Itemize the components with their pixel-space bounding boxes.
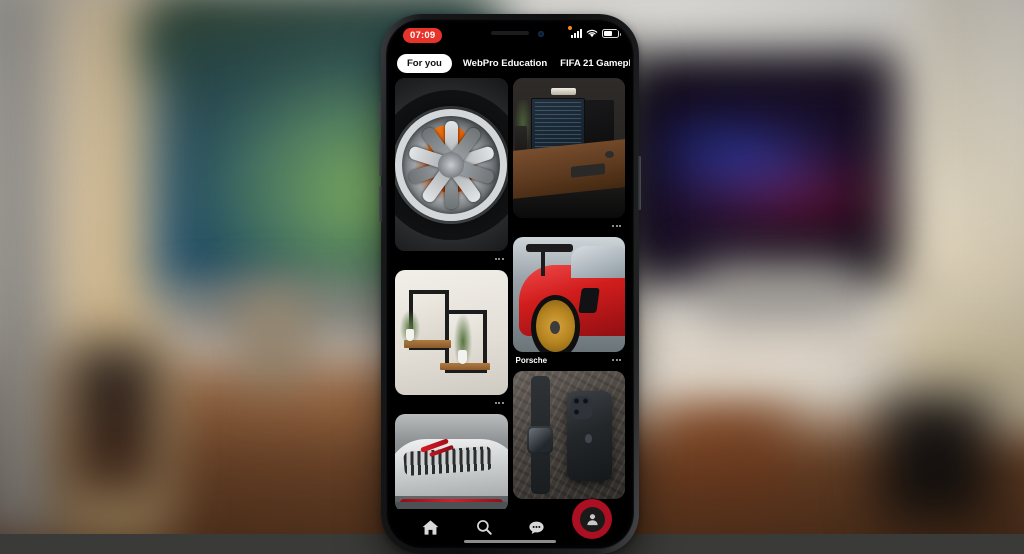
background-left-object: [70, 345, 160, 495]
phone-device: 07:09 For you WebPro Education FIFA 21 G…: [379, 14, 641, 554]
more-options-icon[interactable]: [612, 359, 621, 361]
more-options-icon[interactable]: [494, 258, 504, 260]
home-indicator[interactable]: [464, 540, 556, 543]
power-button[interactable]: [638, 156, 641, 210]
pin-meta-shelf: [395, 395, 508, 411]
category-tab-bar[interactable]: For you WebPro Education FIFA 21 Gamepla…: [390, 49, 630, 77]
nav-home-button[interactable]: [418, 514, 444, 540]
pin-card-wheel[interactable]: [395, 78, 508, 267]
pin-meta-porsche: Porsche: [513, 352, 626, 368]
background-window-frame: [946, 0, 962, 180]
background-tv-stand: [700, 268, 860, 320]
pin-card-iphone[interactable]: [512, 371, 625, 499]
pin-title-porsche: Porsche: [515, 355, 548, 365]
pin-image-desk[interactable]: [512, 78, 625, 218]
pin-image-porsche[interactable]: [512, 237, 625, 352]
more-options-icon[interactable]: [612, 225, 621, 227]
battery-icon: [602, 29, 621, 38]
status-indicators: [568, 26, 621, 38]
volume-down-button[interactable]: [379, 186, 382, 222]
pin-image-porsche-rear[interactable]: [395, 414, 508, 509]
status-time: 07:09: [403, 28, 443, 43]
background-dark-object: [880, 395, 990, 520]
pin-card-desk[interactable]: [512, 78, 626, 234]
background-tv-screen: [632, 68, 924, 268]
nav-search-button[interactable]: [471, 514, 497, 540]
nav-messages-button[interactable]: [524, 514, 550, 540]
pin-feed-grid[interactable]: Porsche: [390, 78, 630, 509]
more-options-icon[interactable]: [494, 402, 504, 404]
feed-column-left: [395, 78, 508, 509]
search-icon: [476, 520, 492, 535]
pin-image-iphone[interactable]: [512, 371, 625, 499]
pin-card-shelf[interactable]: [395, 270, 508, 411]
pin-card-porsche[interactable]: Porsche: [512, 237, 626, 368]
tab-for-you[interactable]: For you: [397, 53, 452, 73]
pin-image-wheel[interactable]: [395, 78, 508, 251]
pin-meta-desk: [513, 218, 626, 234]
feed-column-right: Porsche: [512, 78, 626, 509]
tab-fifa-21-gameplay[interactable]: FIFA 21 Gameplay: [558, 54, 630, 73]
tab-webpro-education[interactable]: WebPro Education: [461, 54, 549, 73]
volume-up-button[interactable]: [379, 140, 382, 176]
pin-meta-wheel: [395, 251, 508, 267]
privacy-dot-icon: [568, 26, 572, 30]
mute-switch[interactable]: [379, 102, 382, 122]
background-lamp: [238, 290, 308, 385]
pin-image-shelf[interactable]: [395, 270, 508, 395]
background-wood-chest: [660, 408, 790, 518]
phone-screen: 07:09 For you WebPro Education FIFA 21 G…: [390, 23, 630, 545]
pin-card-porsche-rear[interactable]: [395, 414, 508, 509]
cellular-signal-icon: [571, 29, 582, 38]
wifi-icon: [586, 29, 598, 38]
nav-profile-button[interactable]: [572, 499, 612, 539]
status-bar: 07:09: [390, 23, 630, 48]
background-window: [900, 0, 1024, 310]
person-icon: [586, 513, 598, 525]
